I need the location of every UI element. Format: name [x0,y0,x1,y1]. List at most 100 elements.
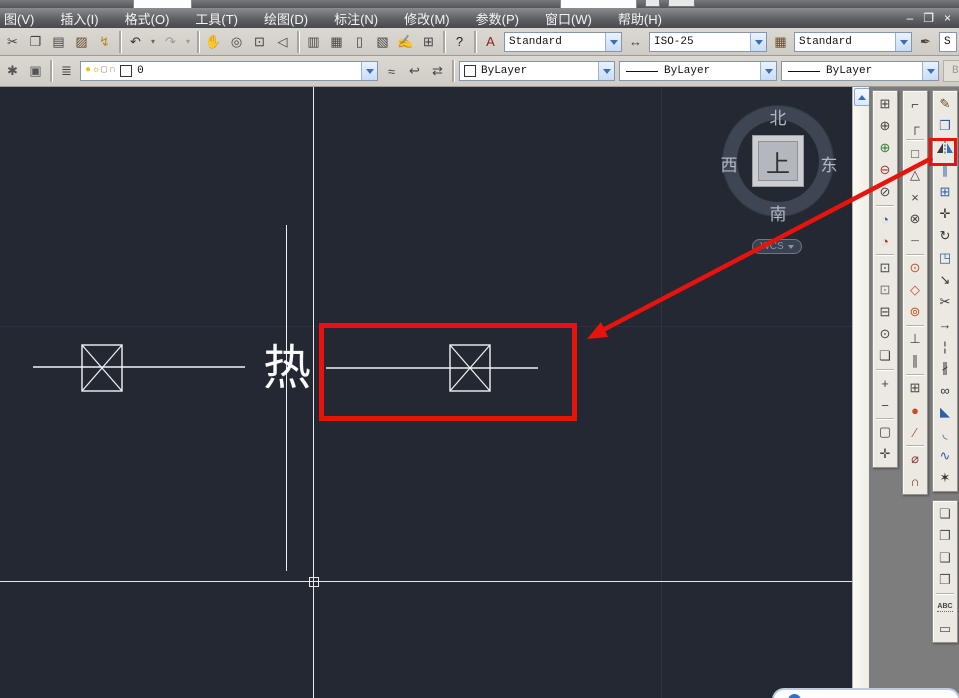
rotate-icon[interactable]: ↻ [934,225,956,247]
send-to-back-icon[interactable]: ❐ [934,525,956,547]
viewcube-north-label[interactable]: 北 [763,104,793,129]
orbit-remove-icon[interactable]: ⊖ [874,159,896,181]
lineweight-combo[interactable]: ByLayer [781,61,939,81]
snap-parallel-icon[interactable]: ∥ [904,350,926,372]
menu-help[interactable]: 帮助(H) [605,8,675,28]
chevron-down-icon[interactable] [895,32,911,51]
table-style-combo[interactable]: Standard [794,31,912,52]
scroll-up-button[interactable] [854,88,870,106]
undo-flyout-icon[interactable]: ▾ [147,30,159,53]
zoom-window-icon[interactable]: ⊡ [874,257,896,279]
zoom-window-icon[interactable]: ⊡ [248,30,271,53]
zoom-object-icon[interactable]: ❏ [874,345,896,367]
clean-screen-icon[interactable]: ▣ [24,60,47,83]
zoom-scale-icon[interactable]: ⊟ [874,301,896,323]
explode-icon[interactable]: ✶ [934,467,956,489]
blend-curves-icon[interactable]: ∿ [934,445,956,467]
menu-modify[interactable]: 修改(M) [391,8,463,28]
viewcube-west-label[interactable]: 西 [714,151,744,176]
match-properties-icon[interactable]: ▨ [70,30,93,53]
help-icon[interactable]: ? [448,30,471,53]
designcenter-icon[interactable]: ▦ [325,30,348,53]
redo-flyout-icon[interactable]: ▾ [182,30,194,53]
constrained-orbit-icon[interactable]: ⊕ [874,115,896,137]
copy-icon[interactable]: ❐ [24,30,47,53]
menu-parametric[interactable]: 参数(P) [463,8,532,28]
dims-to-front-icon[interactable]: ▭ [934,618,956,640]
bring-above-objects-icon[interactable]: ❑ [934,547,956,569]
menu-tools[interactable]: 工具(T) [182,8,251,28]
stretch-icon[interactable]: ↘ [934,269,956,291]
snap-nearest-icon[interactable]: ∕ [904,421,926,443]
viewcube-south-label[interactable]: 南 [763,200,793,225]
trim-icon[interactable]: ✂ [934,291,956,313]
block-editor-icon[interactable]: ↯ [93,30,116,53]
snap-from-icon[interactable]: ┌ [904,115,926,137]
layer-tools-icon[interactable]: ≈ [380,60,403,83]
camera-icon[interactable]: ◔ [874,208,896,230]
text-style-combo[interactable]: Standard [504,31,622,52]
wcs-dropdown[interactable]: WCS [752,239,802,254]
zoom-in-icon[interactable]: + [874,372,896,394]
sheet-set-manager-icon[interactable]: ▧ [371,30,394,53]
menu-view[interactable]: 图(V) [0,8,47,28]
menu-window[interactable]: 窗口(W) [532,8,605,28]
snap-center-icon[interactable]: ⊙ [904,257,926,279]
extend-icon[interactable]: → [934,313,956,335]
paste-icon[interactable]: ▤ [47,30,70,53]
snap-tangent-icon[interactable]: ⊚ [904,301,926,323]
text-style-icon[interactable]: A [479,30,502,53]
named-views-icon[interactable]: ⊞ [874,93,896,115]
quickcalc-icon[interactable]: ⊞ [417,30,440,53]
mleader-style-icon[interactable]: ✒ [914,30,937,53]
snap-quadrant-icon[interactable]: ◇ [904,279,926,301]
snap-node-icon[interactable]: ● [904,399,926,421]
zoom-realtime-icon[interactable]: ◎ [225,30,248,53]
break-icon[interactable]: ∦ [934,357,956,379]
properties-palette-icon[interactable]: ▥ [302,30,325,53]
snap-intersection-icon[interactable]: × [904,186,926,208]
chevron-down-icon[interactable] [598,62,614,80]
mleader-style-combo[interactable]: S [939,31,957,52]
layer-properties-manager-icon[interactable]: ≣ [55,60,78,83]
linetype-combo[interactable]: ByLayer [619,61,777,81]
snap-apparent-intersection-icon[interactable]: ⊗ [904,208,926,230]
snap-extension-icon[interactable]: ┈ [904,230,926,252]
zoom-out-icon[interactable]: − [874,394,896,416]
erase-icon[interactable]: ✎ [934,93,956,115]
dim-style-combo[interactable]: ISO-25 [649,31,767,52]
layer-states-icon[interactable]: ⇄ [426,60,449,83]
chevron-down-icon[interactable] [361,62,377,80]
snap-none-icon[interactable]: ⌀ [904,448,926,470]
zoom-center-icon[interactable]: ⊙ [874,323,896,345]
join-icon[interactable]: ∞ [934,379,956,401]
layer-previous-icon[interactable]: ↩ [403,60,426,83]
snap-endpoint-icon[interactable]: □ [904,142,926,164]
layer-combo[interactable]: ● ☼ ▢ ∩ 0 [80,61,378,81]
markup-set-manager-icon[interactable]: ✍ [394,30,417,53]
zoom-previous-icon[interactable]: ◁ [271,30,294,53]
osnap-settings-icon[interactable]: ∩ [904,470,926,492]
vertical-scrollbar[interactable] [852,87,870,698]
menu-draw[interactable]: 绘图(D) [251,8,321,28]
dim-style-icon[interactable]: ↔ [624,30,647,53]
close-button[interactable]: × [944,12,951,24]
scale-icon[interactable]: ◳ [934,247,956,269]
chevron-down-icon[interactable] [922,62,938,80]
snap-insert-icon[interactable]: ⊞ [904,377,926,399]
pan-icon[interactable]: ✋ [202,30,225,53]
cut-icon[interactable]: ✂ [1,30,24,53]
zoom-dynamic-icon[interactable]: ⊡ [874,279,896,301]
drawing-canvas[interactable]: 热 北 西 东 南 上 WCS [0,87,852,698]
chevron-down-icon[interactable] [605,32,621,51]
viewcube-top-face[interactable]: 上 [752,135,804,187]
chevron-down-icon[interactable] [750,32,766,51]
minimize-button[interactable]: – [907,12,914,24]
undo-icon[interactable]: ↶ [124,30,147,53]
redo-icon[interactable]: ↷ [159,30,182,53]
send-under-objects-icon[interactable]: ❒ [934,569,956,591]
menu-format[interactable]: 格式(O) [112,8,183,28]
snap-midpoint-icon[interactable]: △ [904,164,926,186]
chamfer-icon[interactable]: ◣ [934,401,956,423]
break-at-point-icon[interactable]: ¦ [934,335,956,357]
